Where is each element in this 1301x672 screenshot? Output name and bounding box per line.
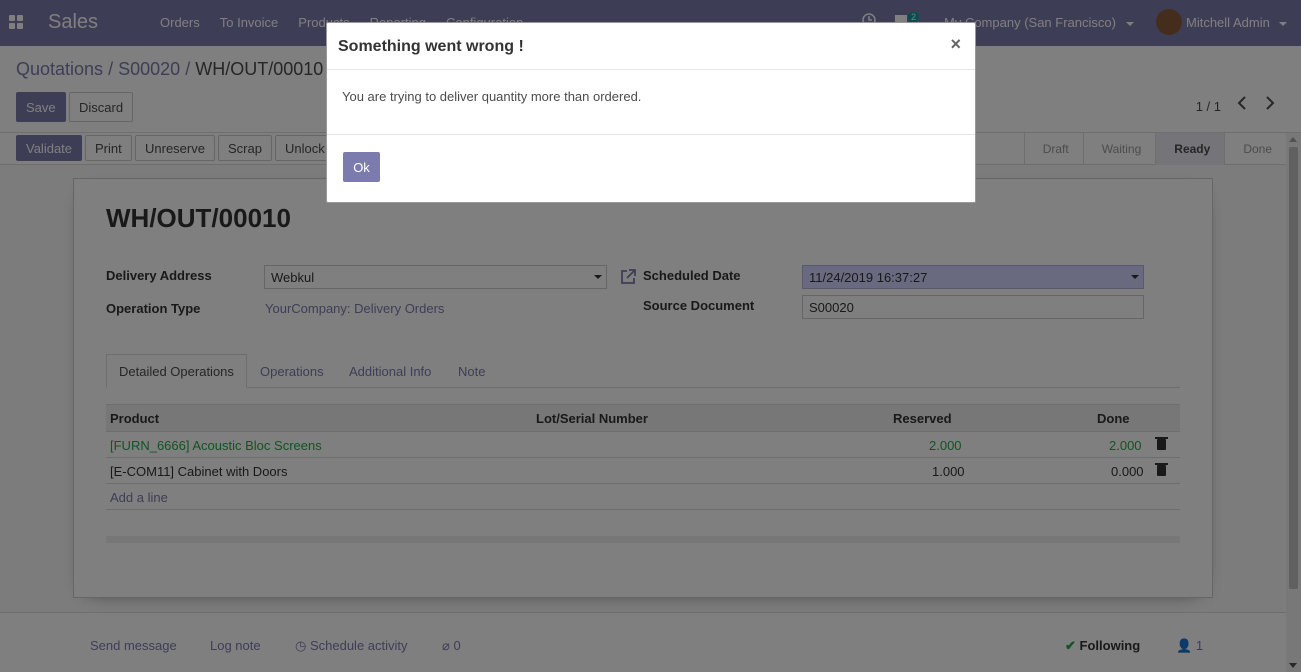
dialog-footer: Ok (327, 134, 975, 202)
dialog-header: Something went wrong ! × (327, 23, 975, 70)
error-dialog: Something went wrong ! × You are trying … (326, 22, 976, 203)
dialog-message: You are trying to deliver quantity more … (342, 89, 642, 104)
dialog-title: Something went wrong ! (338, 38, 524, 55)
ok-button[interactable]: Ok (343, 152, 380, 182)
close-icon[interactable]: × (950, 34, 961, 55)
